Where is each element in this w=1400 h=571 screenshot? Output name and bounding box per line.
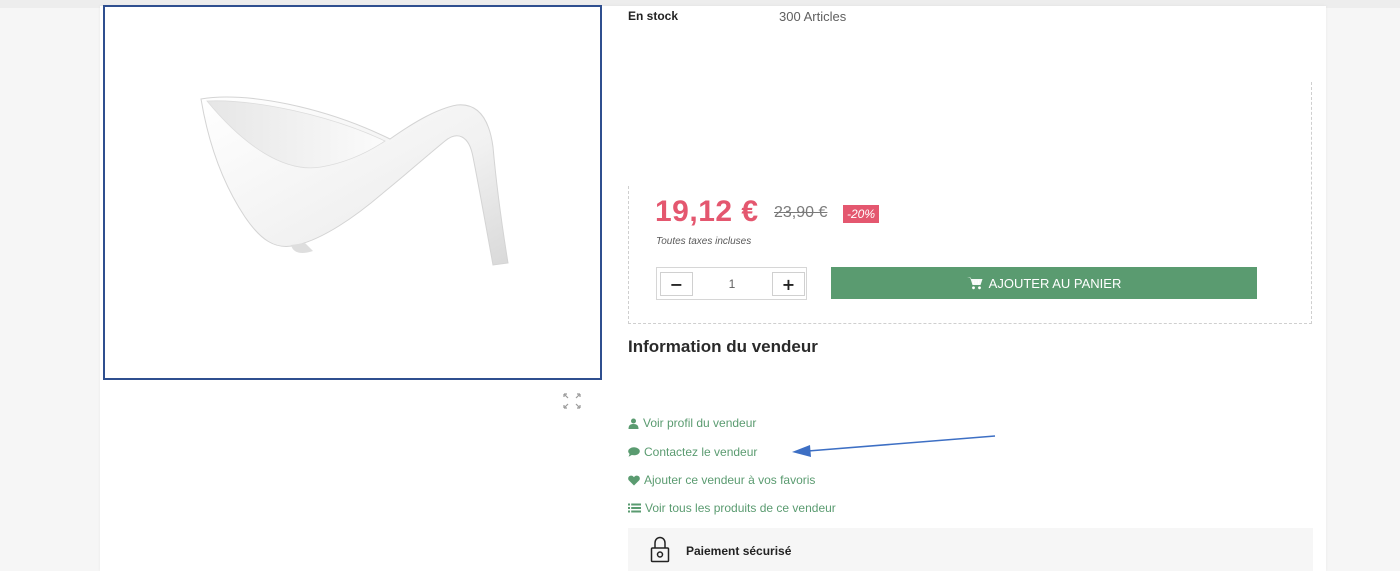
price-box-border [628, 186, 629, 324]
add-seller-favorites-link[interactable]: Ajouter ce vendeur à vos favoris [628, 472, 815, 488]
secure-payment-label: Paiement sécurisé [686, 544, 792, 558]
product-image-frame[interactable] [103, 5, 602, 380]
add-to-cart-button[interactable]: AJOUTER AU PANIER [831, 267, 1257, 299]
list-icon [628, 503, 641, 513]
view-seller-products-label: Voir tous les produits de ce vendeur [645, 501, 836, 515]
contact-seller-link[interactable]: Contactez le vendeur [628, 444, 757, 460]
tax-note: Toutes taxes incluses [656, 236, 752, 247]
view-seller-products-link[interactable]: Voir tous les produits de ce vendeur [628, 500, 836, 516]
seller-info-title: Information du vendeur [628, 337, 818, 356]
current-price: 19,12 € [655, 195, 759, 228]
view-seller-profile-link[interactable]: Voir profil du vendeur [628, 415, 756, 431]
discount-badge: -20% [843, 205, 880, 223]
quantity-decrease-button[interactable]: − [660, 272, 693, 296]
view-seller-profile-label: Voir profil du vendeur [643, 416, 757, 430]
user-icon [628, 418, 639, 429]
cart-icon [966, 277, 983, 290]
quantity-increase-button[interactable]: + [772, 272, 805, 296]
quantity-input[interactable] [697, 272, 767, 296]
chat-bubble-icon [628, 447, 640, 457]
add-seller-favorites-label: Ajouter ce vendeur à vos favoris [644, 473, 816, 487]
stock-value: 300 Articles [779, 9, 847, 24]
stock-label: En stock [628, 9, 679, 23]
expand-icon[interactable] [561, 391, 583, 411]
contact-seller-label: Contactez le vendeur [644, 445, 758, 459]
secure-payment-box: Paiement sécurisé [628, 528, 1313, 571]
heart-icon [628, 475, 640, 485]
add-to-cart-label: AJOUTER AU PANIER [988, 275, 1122, 291]
old-price: 23,90 € [774, 204, 828, 221]
quantity-stepper: − + [656, 267, 807, 300]
serving-bowl-image [200, 96, 509, 266]
padlock-icon [650, 536, 670, 563]
